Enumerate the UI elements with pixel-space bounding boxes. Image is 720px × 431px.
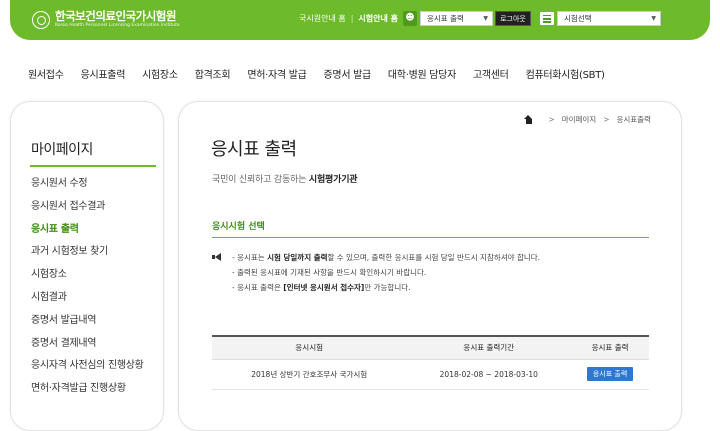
notice-line-1: - 응시표는 시험 당일까지 출력할 수 있으며, 출력한 응시표를 시험 당일… — [232, 253, 541, 262]
sidebar-item-license-status[interactable]: 면허·자격발급 진행상황 — [31, 383, 151, 395]
nav-item-result[interactable]: 합격조회 — [195, 66, 231, 81]
link-exam-home[interactable]: 시험안내 홈 — [358, 13, 398, 24]
link-separator: | — [350, 14, 354, 23]
sidebar-item-exam-place[interactable]: 시험장소 — [31, 269, 151, 281]
sidebar-item-past-exams[interactable]: 과거 시험정보 찾기 — [31, 246, 151, 258]
print-period-cell: 2018-02-08 ~ 2018-03-10 — [406, 359, 572, 390]
breadcrumb-separator: > — [603, 115, 610, 124]
user-icon[interactable]: ☻ — [403, 11, 417, 26]
sidebar-item-edit-application[interactable]: 응시원서 수정 — [31, 178, 151, 190]
main-content: > 마이페이지 > 응시표출력 응시표 출력 국민이 신뢰하고 감동하는 시험평… — [178, 101, 682, 431]
notice-line-3: - 응시표 출력은 [인터넷 응시원서 접수자]만 가능합니다. — [232, 283, 411, 292]
main-nav: 원서접수 응시표출력 시험장소 합격조회 면허·자격 발급 증명서 발급 대학·… — [28, 66, 605, 81]
section-title: 응시시험 선택 — [212, 222, 265, 232]
chevron-down-icon: ▼ — [651, 15, 656, 22]
sidebar-item-print-ticket[interactable]: 응시표 출력 — [31, 224, 151, 236]
top-links: 국시원안내 홈 | 시험안내 홈 — [299, 13, 398, 24]
sidebar-item-payment-history[interactable]: 증명서 결제내역 — [31, 338, 151, 350]
page-title: 응시표 출력 — [211, 139, 297, 160]
exam-name-cell: 2018년 상반기 간호조무사 국가시험 — [212, 359, 407, 390]
exam-select[interactable]: 시험선택 ▼ — [557, 11, 661, 26]
breadcrumb-mypage[interactable]: 마이페이지 — [562, 114, 597, 125]
logout-button[interactable]: 로그아웃 — [495, 11, 531, 26]
menu-icon[interactable] — [540, 12, 554, 25]
exam-select-value: 시험선택 — [564, 14, 592, 23]
logo-title: 한국보건의료인국가시험원 — [55, 9, 176, 23]
link-institute-home[interactable]: 국시원안내 홈 — [299, 13, 346, 24]
home-icon[interactable] — [524, 115, 533, 124]
table-header-row: 응시시험 응시표 출력기간 응시표 출력 — [212, 335, 649, 360]
notice-line-2: - 출력된 응시표에 기재된 사항을 반드시 확인하시기 바랍니다. — [232, 268, 427, 277]
megaphone-icon — [212, 253, 224, 261]
sidebar-menu: 응시원서 수정 응시원서 접수결과 응시표 출력 과거 시험정보 찾기 시험장소… — [31, 178, 151, 406]
site-logo[interactable]: 한국보건의료인국가시험원 Korea Health Personnel Lice… — [32, 10, 180, 29]
service-select[interactable]: 응시표 출력 ▼ — [420, 11, 493, 26]
print-cell: 응시표 출력 — [571, 359, 649, 390]
column-header-print: 응시표 출력 — [571, 335, 649, 360]
sidebar: 마이페이지 응시원서 수정 응시원서 접수결과 응시표 출력 과거 시험정보 찾… — [10, 101, 164, 431]
breadcrumb: > 마이페이지 > 응시표출력 — [524, 114, 651, 125]
table-row: 2018년 상반기 간호조무사 국가시험 2018-02-08 ~ 2018-0… — [212, 359, 649, 390]
sidebar-item-application-result[interactable]: 응시원서 접수결과 — [31, 201, 151, 213]
page-subtitle: 국민이 신뢰하고 감동하는 시험평가기관 — [212, 175, 358, 185]
sidebar-item-certificate-history[interactable]: 증명서 발급내역 — [31, 315, 151, 327]
logo-subtitle: Korea Health Personnel Licensing Examina… — [55, 23, 180, 28]
emblem-icon — [32, 11, 50, 29]
nav-item-customer-center[interactable]: 고객센터 — [473, 66, 509, 81]
nav-item-exam-place[interactable]: 시험장소 — [142, 66, 178, 81]
nav-item-sbt[interactable]: 컴퓨터화시험(SBT) — [526, 66, 605, 81]
service-select-value: 응시표 출력 — [427, 14, 464, 23]
exam-table: 응시시험 응시표 출력기간 응시표 출력 2018년 상반기 간호조무사 국가시… — [212, 335, 649, 390]
sidebar-divider — [30, 165, 156, 167]
sidebar-item-prereview-status[interactable]: 응시자격 사전심의 진행상황 — [31, 360, 151, 372]
nav-item-university[interactable]: 대학·병원 담당자 — [388, 66, 456, 81]
chevron-down-icon: ▼ — [483, 15, 488, 22]
nav-item-certificate[interactable]: 증명서 발급 — [324, 66, 372, 81]
sidebar-title: 마이페이지 — [31, 142, 93, 158]
column-header-period: 응시표 출력기간 — [406, 335, 572, 360]
breadcrumb-current: 응시표출력 — [616, 115, 652, 124]
nav-item-license[interactable]: 면허·자격 발급 — [247, 66, 306, 81]
nav-item-admission-ticket[interactable]: 응시표출력 — [81, 66, 126, 81]
section-divider — [212, 237, 649, 238]
sidebar-item-exam-result[interactable]: 시험결과 — [31, 292, 151, 304]
column-header-exam: 응시시험 — [212, 335, 407, 360]
nav-item-application[interactable]: 원서접수 — [28, 66, 64, 81]
breadcrumb-separator: > — [548, 115, 555, 124]
print-ticket-button[interactable]: 응시표 출력 — [586, 367, 634, 381]
